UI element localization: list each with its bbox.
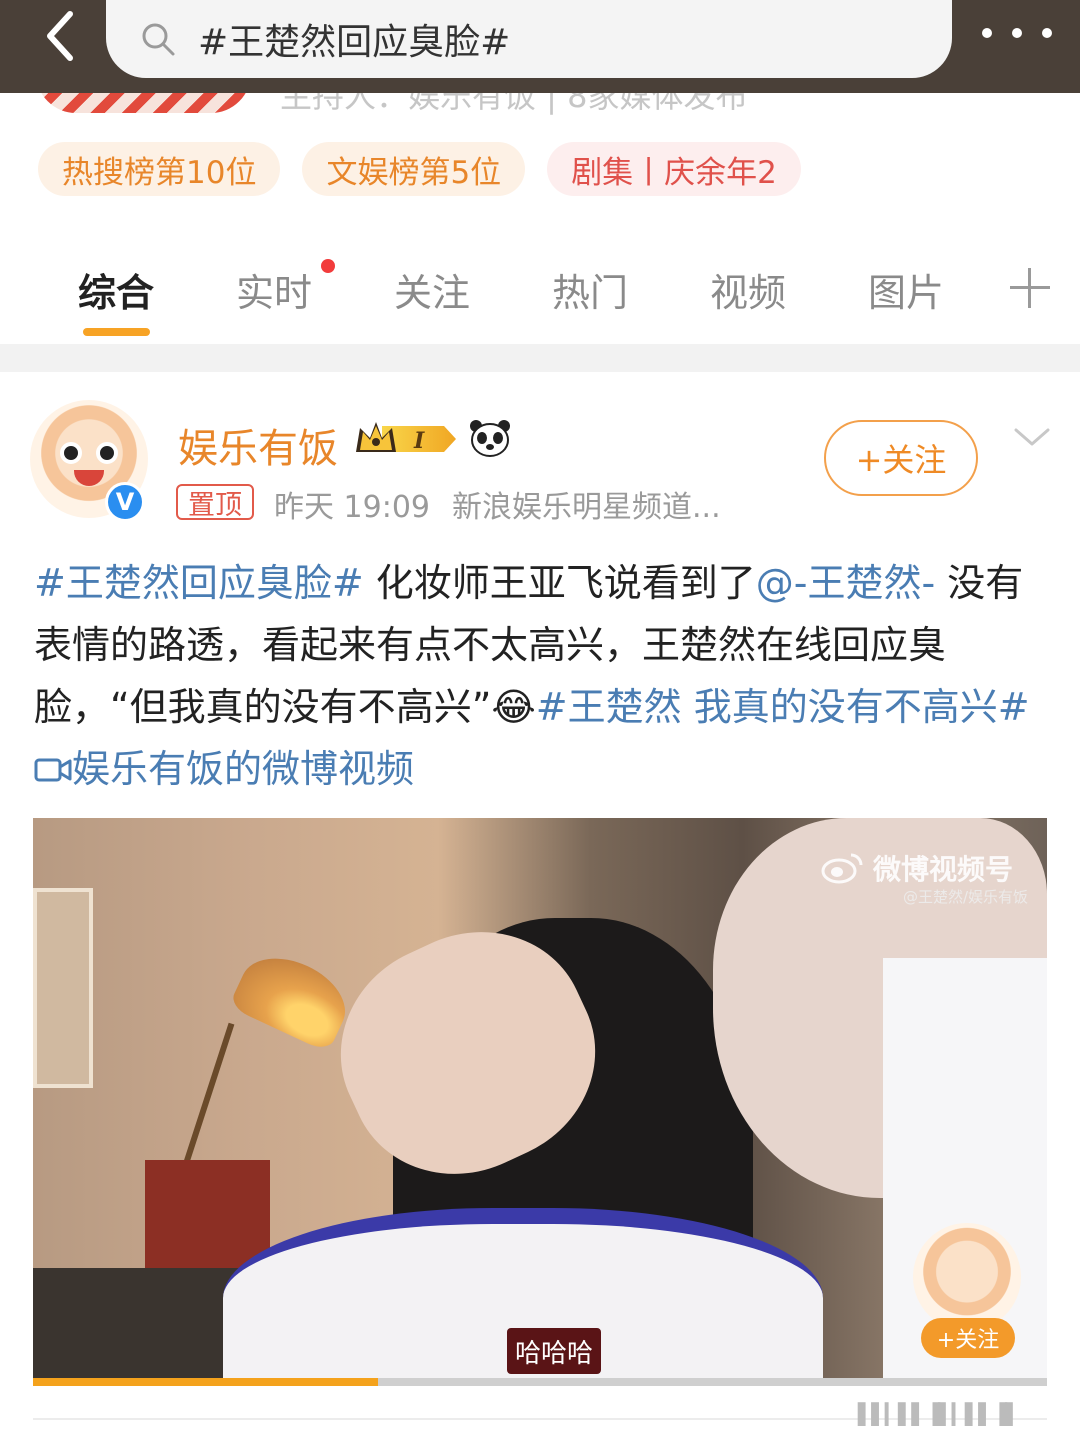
hashtag-link[interactable]: #王楚然回应臭脸# [34,561,364,605]
more-dot-icon [1042,28,1052,38]
topic-header-peek: 主持人：娱乐有饭 | 8家媒体发布 [0,93,1080,118]
panda-icon [470,420,510,457]
chevron-down-icon[interactable] [1012,422,1052,452]
laughing-emoji-icon: 😂 [491,685,536,729]
more-options-button[interactable] [982,18,1052,48]
post-time: 昨天 19:09 [274,490,430,525]
video-watermark: 微博视频号 [821,848,1013,888]
active-tab-indicator [83,328,150,336]
topic-tags: 热搜榜第10位 文娱榜第5位 剧集丨庆余年2 [38,142,801,196]
new-content-dot [321,259,335,273]
video-author-avatar[interactable] [913,1223,1021,1331]
more-dot-icon [1012,28,1022,38]
video-follow-button[interactable]: +关注 [921,1318,1015,1358]
section-divider [0,344,1080,372]
video-progress-bar[interactable] [33,1378,1047,1386]
search-query: #王楚然回应臭脸# [198,22,511,63]
search-icon [140,21,176,57]
post-text-segment: 化妆师王亚飞说看到了 [363,561,756,605]
topic-avatar [36,93,251,113]
watermark-subtext: @王楚然/娱乐有饭 [903,888,1029,906]
video-subtitle: 哈哈哈 [507,1328,602,1374]
follow-button[interactable]: +关注 [824,420,978,496]
verified-icon: V [105,482,145,522]
video-progress-fill [33,1378,378,1386]
avatar-eye [60,442,82,464]
video-camera-icon [34,758,72,782]
mention-link[interactable]: @-王楚然- [756,561,935,605]
tab-comprehensive[interactable]: 综合 [78,262,154,317]
post-text: #王楚然回应臭脸# 化妆师王亚飞说看到了@-王楚然- 没有表情的路透，看起来有点… [34,552,1049,800]
topic-host-text: 主持人：娱乐有饭 | 8家媒体发布 [280,93,748,115]
top-bar: #王楚然回应臭脸# [0,0,1080,93]
username[interactable]: 娱乐有饭 [178,416,338,474]
tag-hot-search-rank[interactable]: 热搜榜第10位 [38,142,281,196]
tag-drama[interactable]: 剧集丨庆余年2 [547,142,801,196]
tag-entertainment-rank[interactable]: 文娱榜第5位 [302,142,526,196]
video-shopping-bag [145,1160,270,1270]
more-dot-icon [982,28,992,38]
hashtag-link[interactable]: #王楚然 我真的没有不高兴# [536,685,1030,729]
tab-hot[interactable]: 热门 [552,262,628,317]
search-bar[interactable]: #王楚然回应臭脸# [106,0,952,78]
add-tab-icon[interactable] [1008,266,1052,310]
watermark-text: 微博视频号 [873,853,1014,886]
tab-bar: 综合 实时 关注 热门 视频 图片 [0,252,1080,342]
video-player[interactable]: 微博视频号 @王楚然/娱乐有饭 哈哈哈 +关注 [33,818,1047,1386]
tab-pictures[interactable]: 图片 [868,262,944,317]
vip-crown-badge-icon[interactable]: I [352,418,460,460]
corner-signature-graphic: ▌▌▎▌▌▐▌▎▌▌▐▌ [858,1402,1021,1426]
back-button[interactable] [30,6,90,66]
post-source[interactable]: 新浪娱乐明星频道... [452,490,721,525]
video-link-label: 娱乐有饭的微博视频 [72,747,415,791]
tab-following[interactable]: 关注 [394,262,470,317]
post-meta: 昨天 19:09 新浪娱乐明星频道... [274,482,721,526]
video-link[interactable]: 娱乐有饭的微博视频 [34,747,414,791]
avatar-eye [96,442,118,464]
avatar-mouth [74,470,104,486]
tab-video[interactable]: 视频 [710,262,786,317]
back-arrow-icon [47,11,73,61]
tab-realtime[interactable]: 实时 [236,262,312,317]
vip-level-label: I [413,428,425,454]
pinned-badge: 置顶 [176,484,254,521]
video-wall-frame [33,888,93,1088]
weibo-logo-icon [821,853,863,884]
